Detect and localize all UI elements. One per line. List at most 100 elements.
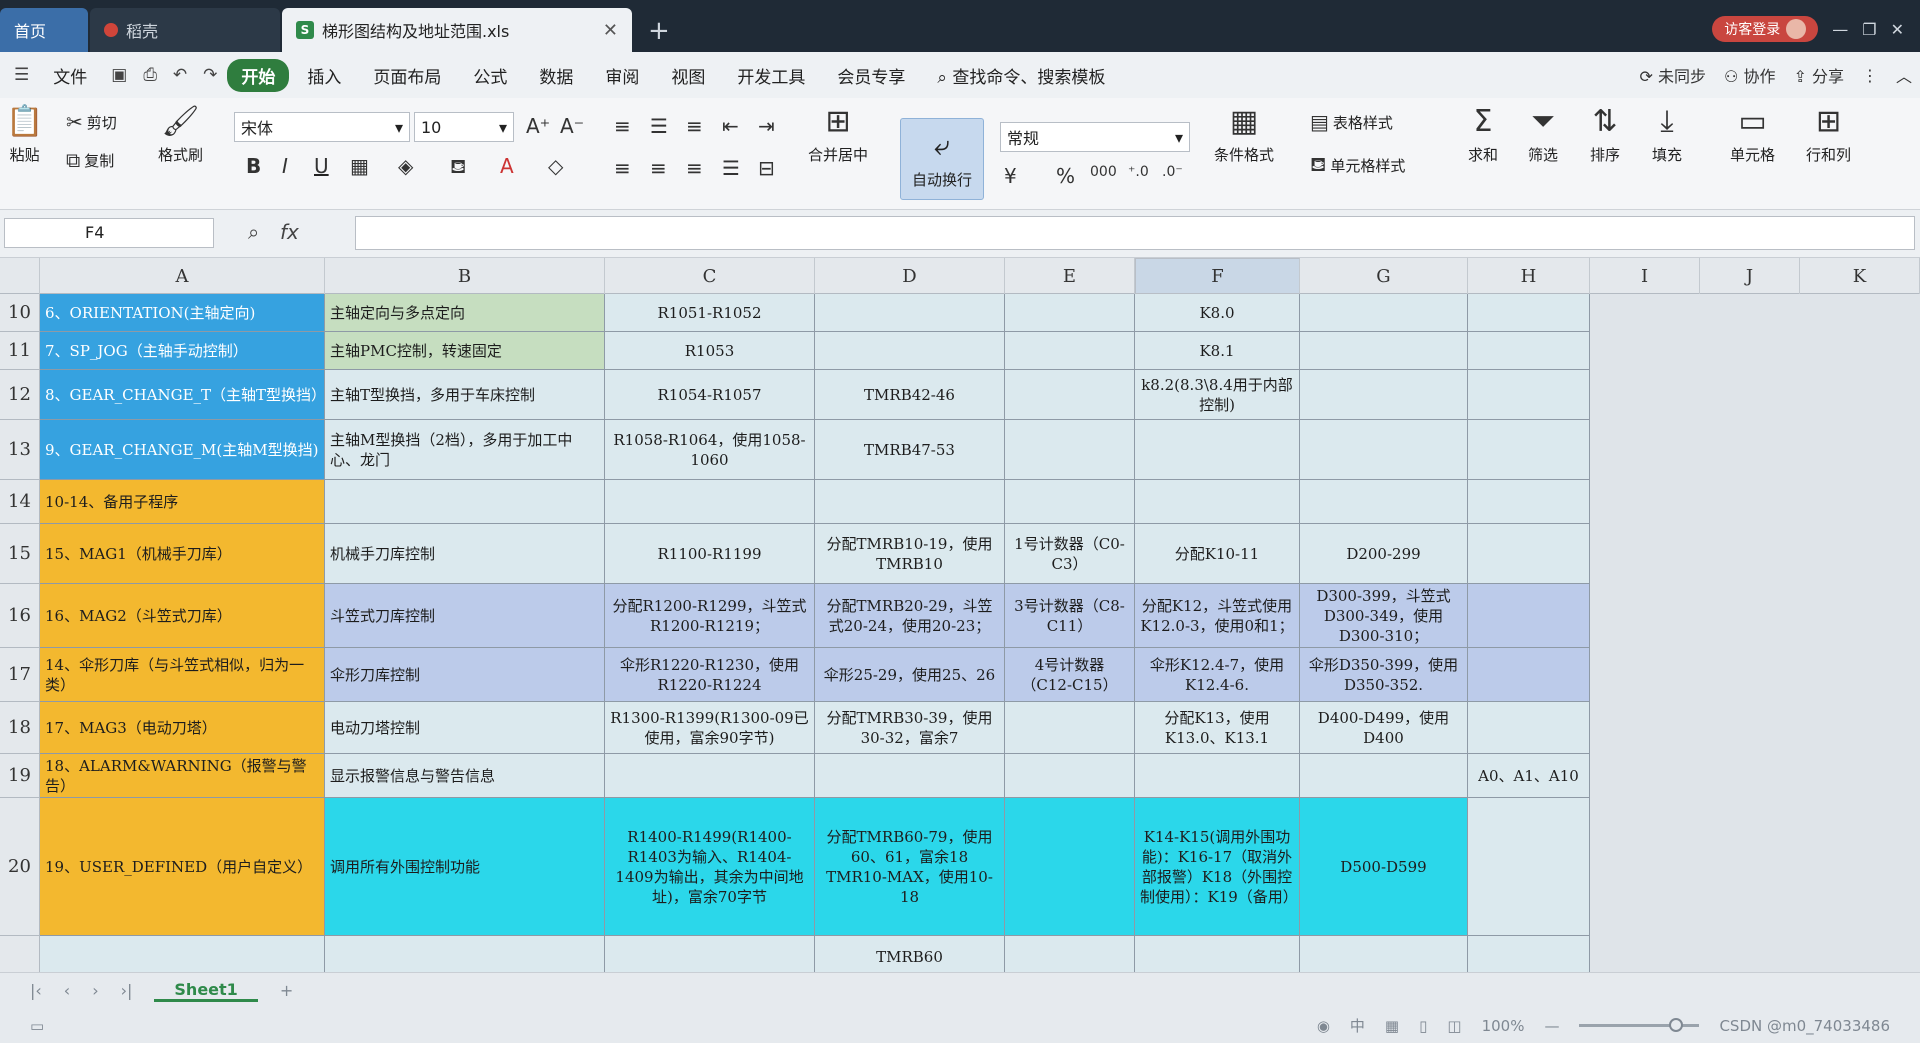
- cell-f-row[interactable]: k8.2(8.3\8.4用于内部控制): [1135, 370, 1300, 420]
- print-icon[interactable]: ⎙: [137, 65, 163, 85]
- cell-a-row[interactable]: 9、GEAR_CHANGE_M(主轴M型换挡): [40, 420, 325, 480]
- cell-h-row[interactable]: [1468, 648, 1590, 702]
- cell-e-row[interactable]: [1005, 294, 1135, 332]
- zoom-out-button[interactable]: —: [1544, 1017, 1559, 1035]
- cell-f-row[interactable]: K14-K15(调用外围功能)：K16-17（取消外部报警）K18（外围控制使用…: [1135, 798, 1300, 936]
- sheet-tab-sheet1[interactable]: Sheet1: [154, 980, 258, 1002]
- cell-c-row[interactable]: R1053: [605, 332, 815, 370]
- row-header[interactable]: 20: [0, 798, 40, 936]
- zoom-search-icon[interactable]: ⌕: [248, 220, 259, 244]
- cell-a-row[interactable]: 15、MAG1（机械手刀库）: [40, 524, 325, 584]
- sum-button[interactable]: Σ 求和: [1468, 106, 1498, 165]
- number-format-select[interactable]: 常规 ▾: [1000, 122, 1190, 152]
- cell-c-row[interactable]: [605, 754, 815, 798]
- outdent-button[interactable]: ⇤: [722, 114, 739, 138]
- formula-input[interactable]: [355, 216, 1915, 250]
- cell-c-row[interactable]: 分配R1200-R1299，斗笠式R1200-R1219；: [605, 584, 815, 648]
- clear-button[interactable]: ◇: [548, 154, 563, 178]
- align-bottom-button[interactable]: ≡: [686, 114, 703, 138]
- save-icon[interactable]: ▣: [105, 65, 133, 85]
- prev-sheet-icon[interactable]: ‹: [64, 981, 70, 1000]
- cell-e-row[interactable]: [1005, 370, 1135, 420]
- cell-h-row[interactable]: [1468, 936, 1590, 972]
- cell-d-row[interactable]: [815, 332, 1005, 370]
- conditional-format-button[interactable]: ▦ 条件格式: [1214, 106, 1274, 165]
- cell-e-row[interactable]: 3号计数器（C8-C11）: [1005, 584, 1135, 648]
- cell-h-row[interactable]: [1468, 524, 1590, 584]
- cell-b-row[interactable]: [325, 480, 605, 524]
- cell-c-row[interactable]: R1300-R1399(R1300-09已使用，富余90字节): [605, 702, 815, 754]
- share-button[interactable]: ⇪ 分享: [1793, 63, 1844, 87]
- search-command[interactable]: ⌕ 查找命令、搜索模板: [923, 59, 1119, 92]
- indent-button[interactable]: ⇥: [758, 114, 775, 138]
- cell-h-row[interactable]: A0、A1、A10: [1468, 754, 1590, 798]
- more-icon[interactable]: ⋮: [1862, 66, 1878, 85]
- font-size-grow-button[interactable]: A⁺: [526, 114, 550, 138]
- cell-d-row[interactable]: TMRB42-46: [815, 370, 1005, 420]
- format-painter-button[interactable]: 🖌 格式刷: [158, 106, 203, 165]
- zoom-slider-knob[interactable]: [1669, 1018, 1684, 1032]
- cell-c-row[interactable]: R1058-R1064，使用1058-1060: [605, 420, 815, 480]
- cell-g-row[interactable]: [1300, 420, 1468, 480]
- menu-view[interactable]: 视图: [657, 59, 719, 92]
- align-middle-button[interactable]: ☰: [650, 114, 668, 138]
- cell-a-row[interactable]: 14、伞形刀库（与斗笠式相似，归为一类）: [40, 648, 325, 702]
- cell-f-row[interactable]: [1135, 754, 1300, 798]
- cell-a-row[interactable]: 16、MAG2（斗笠式刀库）: [40, 584, 325, 648]
- cell-f-row[interactable]: K8.1: [1135, 332, 1300, 370]
- increase-decimal-button[interactable]: ⁺.0: [1128, 164, 1149, 180]
- row-header[interactable]: 16: [0, 584, 40, 648]
- table-style-button[interactable]: ▤ 表格样式: [1310, 110, 1393, 134]
- row-header[interactable]: 12: [0, 370, 40, 420]
- fill-color-button[interactable]: ◈: [398, 154, 413, 178]
- input-method-icon[interactable]: 中: [1350, 1015, 1365, 1036]
- cell-g-row[interactable]: [1300, 370, 1468, 420]
- page-layout-view-icon[interactable]: ▯: [1419, 1017, 1427, 1035]
- cell-c-row[interactable]: [605, 936, 815, 972]
- cell-d-row[interactable]: 分配TMRB20-29，斗笠式20-24，使用20-23；: [815, 584, 1005, 648]
- cell-f-row[interactable]: [1135, 480, 1300, 524]
- menu-file[interactable]: 文件: [39, 59, 101, 92]
- border-button[interactable]: ▦: [350, 154, 369, 178]
- collab-button[interactable]: ⚇ 协作: [1724, 63, 1775, 87]
- column-header-c[interactable]: C: [605, 258, 815, 294]
- cell-g-row[interactable]: D400-D499，使用D400: [1300, 702, 1468, 754]
- cell-h-row[interactable]: [1468, 702, 1590, 754]
- menu-developer[interactable]: 开发工具: [723, 59, 819, 92]
- eye-protection-icon[interactable]: ◉: [1317, 1017, 1330, 1035]
- cell-f-row[interactable]: 分配K13，使用K13.0、K13.1: [1135, 702, 1300, 754]
- decrease-decimal-button[interactable]: .0⁻: [1162, 164, 1183, 180]
- cell-d-row[interactable]: 分配TMRB10-19，使用TMRB10: [815, 524, 1005, 584]
- row-header[interactable]: 18: [0, 702, 40, 754]
- percent-button[interactable]: %: [1056, 164, 1075, 188]
- cell-a-row[interactable]: [40, 936, 325, 972]
- cell-a-row[interactable]: 18、ALARM&WARNING（报警与警告）: [40, 754, 325, 798]
- font-color-button[interactable]: A: [500, 154, 514, 178]
- cell-c-row[interactable]: R1054-R1057: [605, 370, 815, 420]
- menu-member[interactable]: 会员专享: [823, 59, 919, 92]
- cell-h-row[interactable]: [1468, 420, 1590, 480]
- cell-g-row[interactable]: 伞形D350-399，使用D350-352.: [1300, 648, 1468, 702]
- zoom-level[interactable]: 100%: [1482, 1017, 1525, 1035]
- row-header[interactable]: 14: [0, 480, 40, 524]
- merge-center-button[interactable]: ⊞ 合并居中: [808, 106, 868, 165]
- bold-button[interactable]: B: [246, 154, 261, 178]
- cell-h-row[interactable]: [1468, 480, 1590, 524]
- underline-button[interactable]: U: [314, 154, 329, 178]
- cell-a-row[interactable]: 6、ORIENTATION(主轴定向): [40, 294, 325, 332]
- row-header[interactable]: 17: [0, 648, 40, 702]
- close-window-icon[interactable]: ✕: [1891, 20, 1904, 39]
- menu-home[interactable]: 开始: [227, 58, 290, 92]
- undo-icon[interactable]: ↶: [167, 65, 193, 85]
- column-header-i[interactable]: I: [1590, 258, 1700, 294]
- cell-a-row[interactable]: 17、MAG3（电动刀塔）: [40, 702, 325, 754]
- cell-d-row[interactable]: 分配TMRB30-39，使用30-32，富余7: [815, 702, 1005, 754]
- menu-page-layout[interactable]: 页面布局: [359, 59, 455, 92]
- cell-d-row[interactable]: [815, 480, 1005, 524]
- cell-g-row[interactable]: D300-399，斗笠式D300-349，使用D300-310；: [1300, 584, 1468, 648]
- cell-b-row[interactable]: 伞形刀库控制: [325, 648, 605, 702]
- row-col-button[interactable]: ⊞ 行和列: [1806, 106, 1851, 165]
- cell-g-row[interactable]: D200-299: [1300, 524, 1468, 584]
- cell-g-row[interactable]: [1300, 936, 1468, 972]
- new-tab-button[interactable]: +: [634, 16, 684, 52]
